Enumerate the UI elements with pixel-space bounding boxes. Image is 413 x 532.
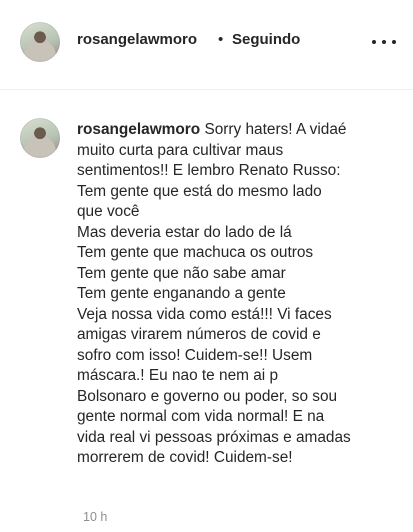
- comment-username-link[interactable]: rosangelawmoro: [77, 121, 200, 138]
- comment-line: vida real vi pessoas próximas e amadas: [77, 428, 351, 446]
- comment-line: Tem gente que machuca os outros: [77, 244, 314, 261]
- comment-line: que você: [77, 203, 140, 220]
- header-separator: •: [218, 31, 224, 48]
- more-options-icon[interactable]: [372, 36, 396, 48]
- comment-line: morrerem de covid! Cuidem-se!: [77, 449, 293, 466]
- comment-line: Tem gente que não sabe amar: [77, 264, 286, 282]
- dot: [382, 40, 386, 44]
- comment-line: muito curta para cultivar maus: [77, 141, 284, 159]
- comment-first-line: rosangelawmoro Sorry haters! A vidaé: [77, 120, 397, 141]
- comment-line: Tem gente que está do mesmo lado: [77, 182, 322, 200]
- comment-line: amigas virarem números de covid e: [77, 326, 321, 343]
- comment-line: máscara.! Eu nao te nem ai p: [77, 367, 279, 384]
- comment-text: Sorry haters! A vidaé: [204, 121, 347, 138]
- comment-line: sentimentos!! E lembro Renato Russo:: [77, 162, 341, 179]
- profile-avatar[interactable]: [20, 22, 60, 62]
- comment-avatar[interactable]: [20, 118, 60, 158]
- comment-line: Mas deveria estar do lado de lá: [77, 223, 292, 241]
- comment-line: Veja nossa vida como está!!! Vi faces: [77, 305, 332, 323]
- post-header: rosangelawmoro • Seguindo: [0, 0, 413, 90]
- comment-timestamp[interactable]: 10 h: [83, 510, 107, 524]
- dot: [392, 40, 396, 44]
- caption-comment: rosangelawmoro Sorry haters! A vidaé mui…: [77, 120, 397, 469]
- following-button[interactable]: Seguindo: [232, 31, 300, 48]
- dot: [372, 40, 376, 44]
- comment-line: sofro com isso! Cuidem-se!! Usem: [77, 346, 313, 364]
- comment-line: gente normal com vida normal! E na: [77, 408, 325, 425]
- comment-line: Bolsonaro e governo ou poder, so sou: [77, 387, 338, 405]
- comment-line: Tem gente enganando a gente: [77, 285, 286, 302]
- header-username-link[interactable]: rosangelawmoro: [77, 31, 197, 48]
